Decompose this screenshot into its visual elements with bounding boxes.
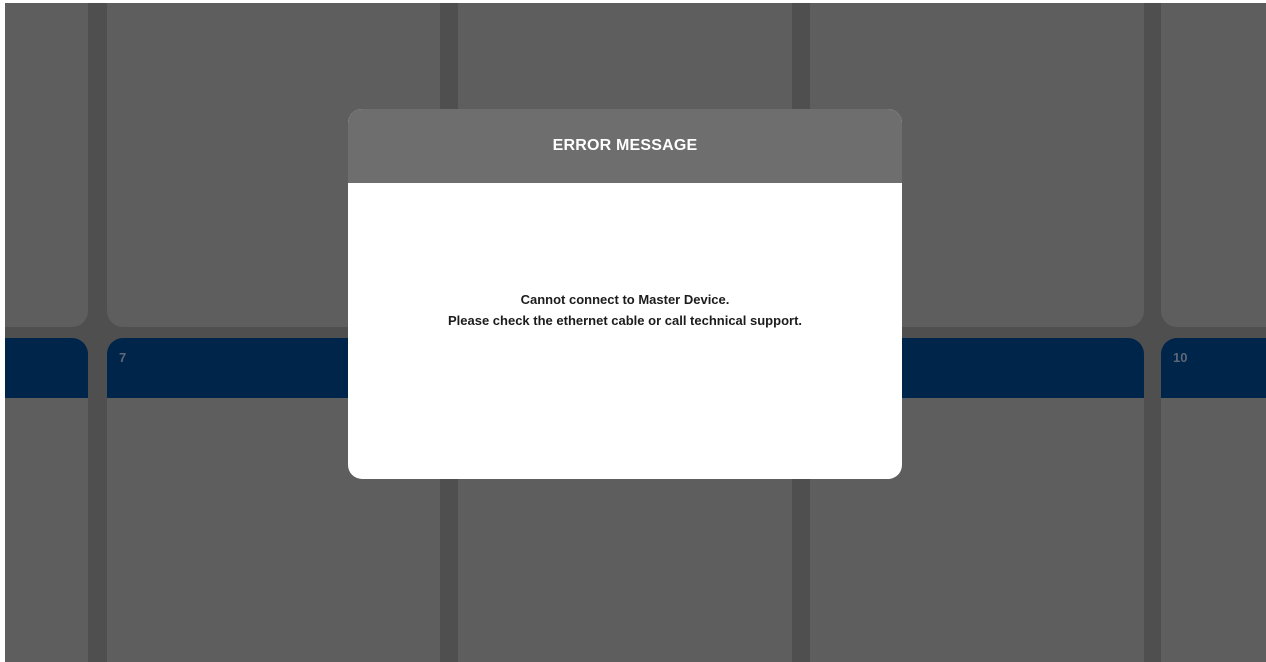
- tile-header-1[interactable]: [5, 338, 88, 398]
- tile-header-10[interactable]: 10: [1161, 338, 1266, 398]
- error-dialog-header: ERROR MESSAGE: [348, 109, 902, 183]
- error-dialog-body: Cannot connect to Master Device. Please …: [348, 183, 902, 479]
- tile-top-5: [1161, 3, 1266, 327]
- tile-number: 7: [119, 350, 127, 365]
- tile-top-1: [5, 3, 88, 327]
- tile-body-1[interactable]: [5, 398, 88, 662]
- tile-number: 10: [1173, 350, 1188, 365]
- error-message-line-2: Please check the ethernet cable or call …: [447, 313, 803, 328]
- tile-body-10[interactable]: [1161, 398, 1266, 662]
- error-dialog[interactable]: ERROR MESSAGE Cannot connect to Master D…: [348, 109, 902, 479]
- error-dialog-title: ERROR MESSAGE: [552, 137, 698, 154]
- error-message-line-1: Cannot connect to Master Device.: [520, 292, 730, 307]
